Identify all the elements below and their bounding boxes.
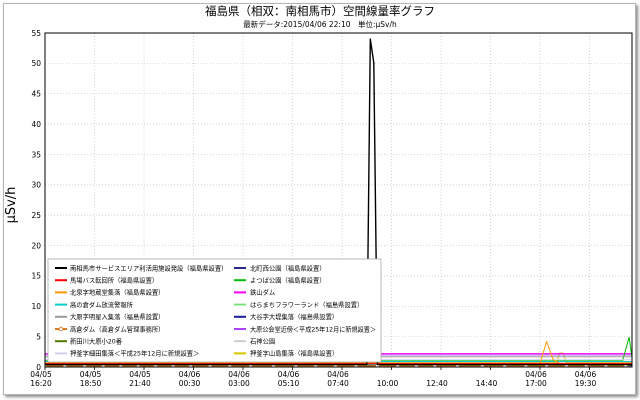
x-tick-time: 03:00 bbox=[228, 379, 250, 388]
legend-label: 高の倉ダム放流警報所 bbox=[70, 300, 134, 309]
legend-item: 押釜字細田集落＜平成25年12月に新規設置＞ bbox=[55, 349, 199, 358]
legend-item: 南相馬市サービスエリア利活用施設発設（福島県設置） bbox=[55, 263, 227, 272]
legend-item: はらまちフラワーランド（福島県設置） bbox=[234, 300, 363, 309]
x-tick-time: 21:40 bbox=[129, 379, 151, 388]
x-tick-time: 05:10 bbox=[278, 379, 300, 388]
x-tick-date: 04/05 bbox=[80, 370, 102, 379]
x-tick-labels: 04/0516:2004/0518:5004/0521:4004/0600:30… bbox=[30, 367, 597, 388]
x-tick-time: 00:30 bbox=[179, 379, 201, 388]
legend: 南相馬市サービスエリア利活用施設発設（福島県設置） 馬場バス転回所（福島県設置） 北… bbox=[47, 258, 382, 363]
x-tick-time: 17:00 bbox=[525, 379, 547, 388]
x-tick-time: 19:30 bbox=[575, 379, 597, 388]
legend-item: 大谷字大堤集落（福島県設置） bbox=[234, 312, 338, 321]
legend-label: よつば公園（福島県設置） bbox=[250, 276, 326, 285]
y-tick-label: 45 bbox=[31, 90, 41, 99]
legend-label: 石神公園 bbox=[250, 337, 275, 346]
x-tick-time: 07:40 bbox=[327, 379, 349, 388]
x-tick-time: 18:50 bbox=[80, 379, 102, 388]
y-tick-label: 20 bbox=[31, 241, 41, 250]
legend-item: 押釜字山島集落（福島県設置） bbox=[234, 349, 338, 358]
legend-item: 高倉ダム（高倉ダム管理事務所） bbox=[55, 324, 164, 333]
x-tick-time: 10:00 bbox=[377, 379, 399, 388]
legend-label: 北泉字地蔵堂集落（福島県設置） bbox=[70, 288, 164, 297]
legend-item: 北泉字地蔵堂集落（福島県設置） bbox=[55, 288, 164, 297]
legend-item: 大原公会堂近傍＜平成25年12月に新規設置＞ bbox=[234, 324, 376, 333]
y-tick-label: 35 bbox=[31, 150, 41, 159]
y-tick-label: 30 bbox=[31, 181, 41, 190]
x-tick-time: 16:20 bbox=[30, 379, 52, 388]
chart-title: 福島県（相双：南相馬市）空間線量率グラフ bbox=[205, 4, 435, 18]
x-tick-date: 04/06 bbox=[179, 370, 201, 379]
y-tick-label: 40 bbox=[31, 120, 41, 129]
legend-item: 馬場バス転回所（福島県設置） bbox=[55, 276, 158, 285]
x-tick-time: 12:40 bbox=[426, 379, 448, 388]
y-tick-label: 25 bbox=[31, 211, 41, 220]
y-tick-label: 50 bbox=[31, 59, 41, 68]
legend-label: 新田川大原小20番 bbox=[70, 337, 123, 346]
legend-label: 馬場バス転回所（福島県設置） bbox=[70, 276, 158, 285]
x-tick-date: 04/06 bbox=[278, 370, 300, 379]
y-tick-label: 5 bbox=[36, 332, 41, 341]
y-tick-labels: 0510152025303540455055 bbox=[31, 29, 41, 372]
y-tick-label: 15 bbox=[31, 272, 41, 281]
legend-label: 大原字明星入集落（福島県設置） bbox=[70, 312, 164, 321]
x-tick-date: 04/05 bbox=[30, 370, 52, 379]
x-tick-date: 04/06 bbox=[575, 370, 597, 379]
y-tick-label: 55 bbox=[31, 29, 41, 38]
x-tick-time: 14:40 bbox=[476, 379, 498, 388]
legend-box bbox=[47, 258, 382, 363]
legend-label: 高倉ダム（高倉ダム管理事務所） bbox=[70, 324, 164, 333]
x-tick-date: 04/06 bbox=[228, 370, 250, 379]
y-axis-label: μSv/h bbox=[4, 187, 19, 224]
legend-label: 押釜字細田集落＜平成25年12月に新規設置＞ bbox=[70, 349, 199, 358]
y-tick-label: 10 bbox=[31, 302, 41, 311]
radiation-dose-rate-chart: 福島県（相双：南相馬市）空間線量率グラフ 最新データ:2015/04/06 22… bbox=[4, 4, 633, 388]
x-tick-date: 04/05 bbox=[129, 370, 151, 379]
chart-subtitle: 最新データ:2015/04/06 22:10 単位:μSv/h bbox=[243, 19, 397, 29]
legend-label: 大谷字大堤集落（福島県設置） bbox=[250, 312, 338, 321]
legend-label: 南相馬市サービスエリア利活用施設発設（福島県設置） bbox=[70, 263, 227, 272]
legend-label: 鉄山ダム bbox=[250, 288, 275, 297]
legend-label: 押釜字山島集落（福島県設置） bbox=[250, 349, 338, 358]
legend-marker bbox=[58, 326, 64, 332]
legend-label: 北町西公園（福島県設置） bbox=[250, 263, 326, 272]
x-tick-date: 04/06 bbox=[525, 370, 547, 379]
legend-label: はらまちフラワーランド（福島県設置） bbox=[250, 300, 363, 309]
x-tick-date: 04/06 bbox=[327, 370, 349, 379]
legend-item: 大原字明星入集落（福島県設置） bbox=[55, 312, 164, 321]
legend-label: 大原公会堂近傍＜平成25年12月に新規設置＞ bbox=[250, 324, 376, 333]
